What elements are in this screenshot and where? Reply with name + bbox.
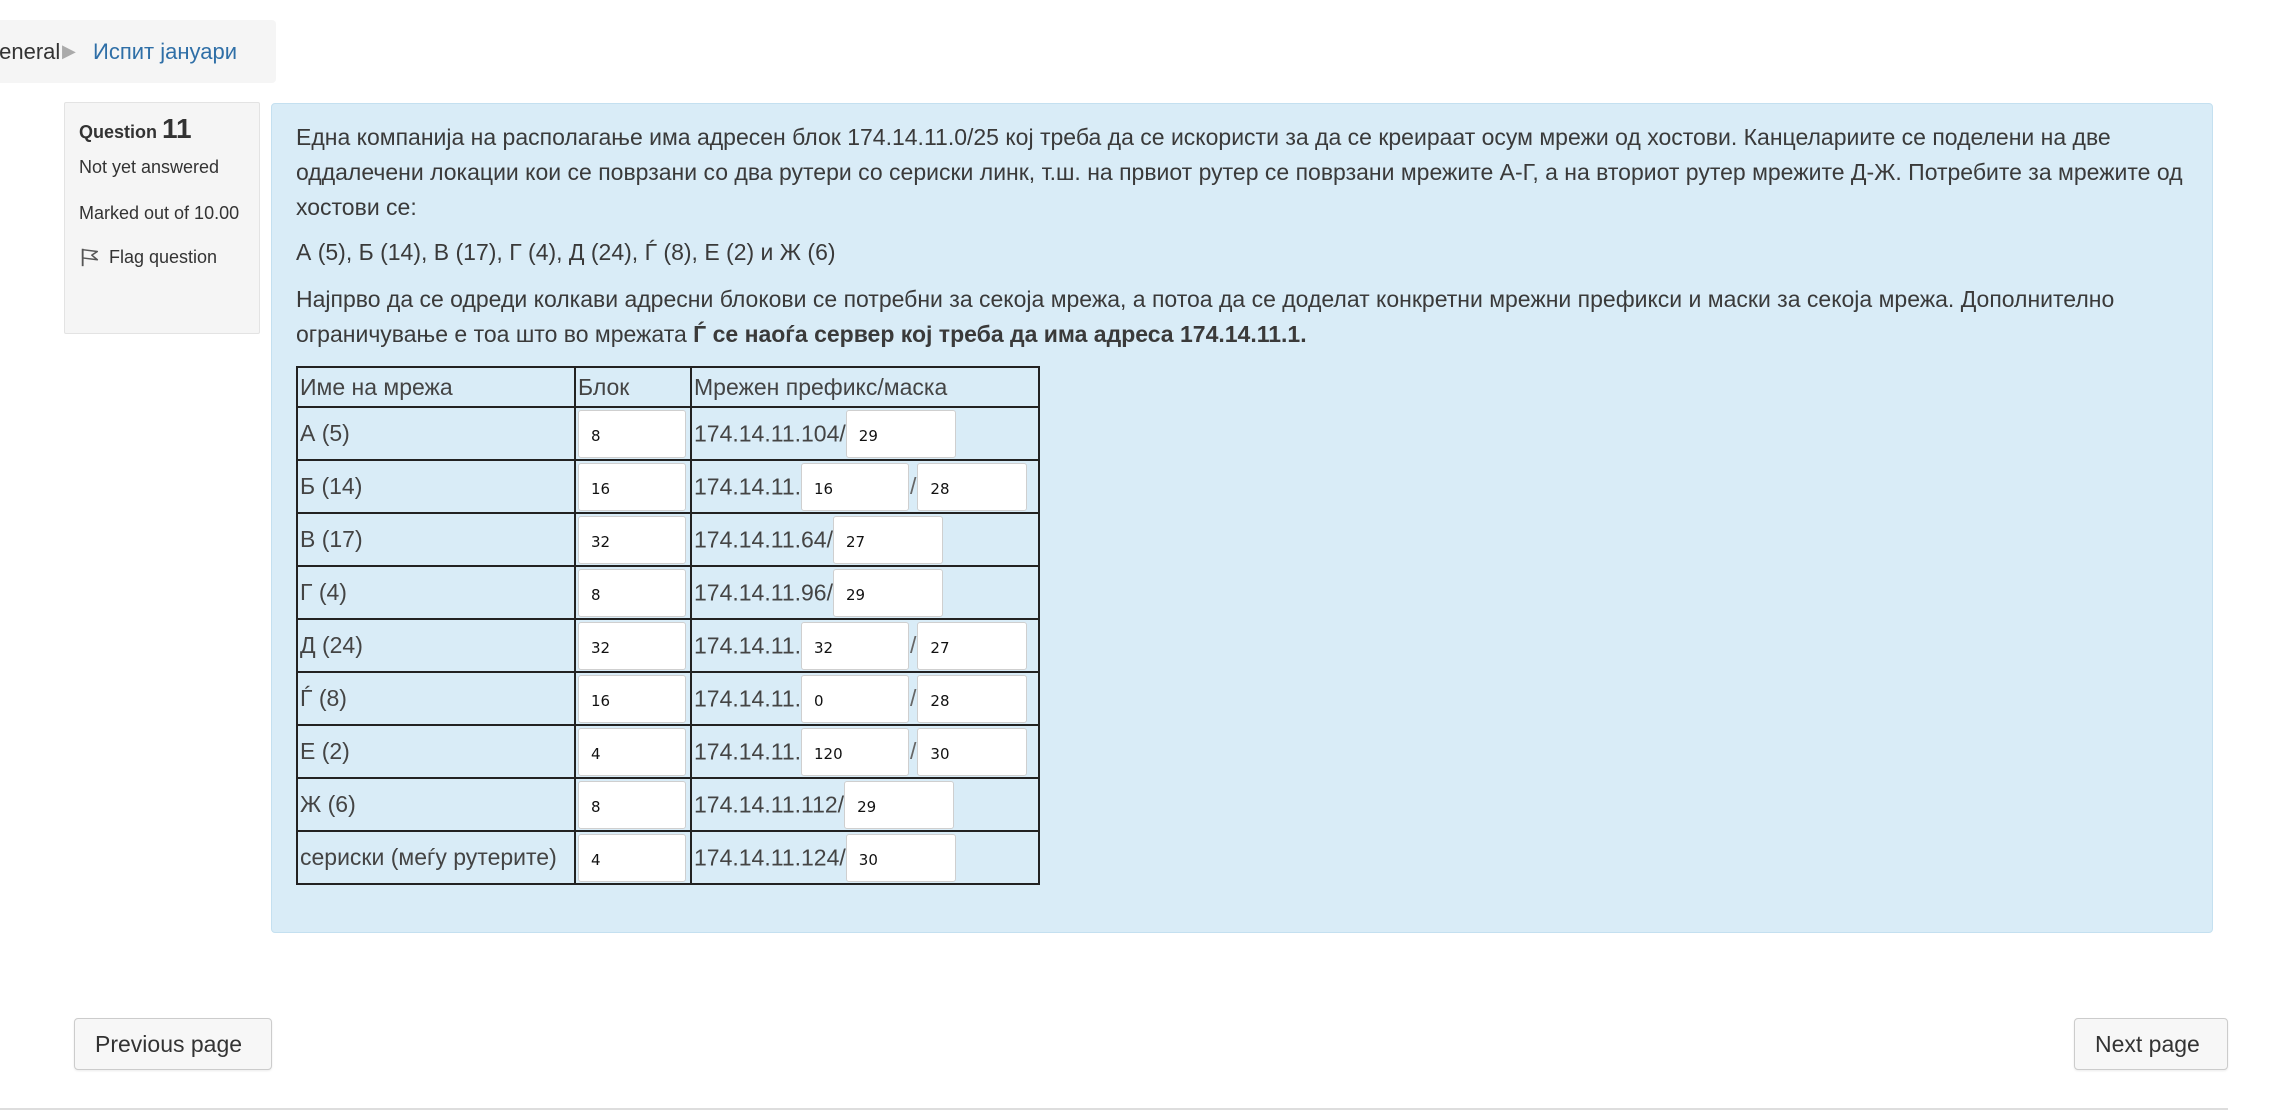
mask-input[interactable]: 29 bbox=[832, 568, 943, 617]
block-cell: 16 bbox=[574, 459, 692, 514]
block-input[interactable]: 16 bbox=[578, 674, 686, 723]
column-header-block: Блок bbox=[574, 366, 692, 408]
prefix-text: 174.14.11.96/ bbox=[694, 579, 833, 605]
prefix-text: 174.14.11.112/ bbox=[694, 791, 845, 817]
prefix-text: 174.14.11. bbox=[694, 632, 802, 658]
question-state: Not yet answered bbox=[79, 157, 220, 177]
table-header-row: Име на мрежа Блок Мрежен префикс/маска bbox=[296, 366, 1040, 408]
prefix-text: 174.14.11.124/ bbox=[694, 844, 846, 870]
block-cell: 4 bbox=[574, 724, 692, 779]
block-input[interactable]: 8 bbox=[578, 780, 686, 829]
network-name-cell: сериски (меѓу рутерите) bbox=[296, 830, 576, 885]
prefix-text: 174.14.11. bbox=[694, 738, 802, 764]
block-cell: 8 bbox=[574, 406, 692, 461]
column-header-prefix-mask: Мрежен префикс/маска bbox=[690, 366, 1040, 408]
network-name-cell: Ж (6) bbox=[296, 777, 576, 832]
prefix-mask-cell: 174.14.11.124/30 bbox=[690, 830, 1040, 885]
block-input[interactable]: 32 bbox=[578, 621, 686, 670]
question-number-value: 11 bbox=[162, 113, 192, 144]
network-name-cell: Е (2) bbox=[296, 724, 576, 779]
octet-input[interactable]: 32 bbox=[801, 621, 910, 670]
question-text-paragraph-2: А (5), Б (14), В (17), Г (4), Д (24), Ѓ … bbox=[296, 239, 836, 265]
prefix-mask-cell: 174.14.11.96/29 bbox=[690, 565, 1040, 620]
table-row: В (17) 32 174.14.11.64/27 bbox=[296, 512, 1040, 567]
table-row: Г (4) 8 174.14.11.96/29 bbox=[296, 565, 1040, 620]
prefix-mask-cell: 174.14.11.64/27 bbox=[690, 512, 1040, 567]
octet-input[interactable]: 120 bbox=[801, 727, 910, 776]
footer-divider bbox=[0, 1108, 2228, 1110]
block-cell: 32 bbox=[574, 512, 692, 567]
flag-question-button[interactable]: Flag question bbox=[79, 246, 259, 268]
next-page-button[interactable]: Next page bbox=[2074, 1018, 2228, 1070]
network-name-cell: В (17) bbox=[296, 512, 576, 567]
table-row: Е (2) 4 174.14.11. 120/30 bbox=[296, 724, 1040, 779]
slash-separator: / bbox=[910, 473, 917, 499]
question-text-paragraph-3: Најпрво да се одреди колкави адресни бло… bbox=[296, 282, 2188, 352]
slash-separator: / bbox=[910, 738, 917, 764]
mask-input[interactable]: 28 bbox=[917, 462, 1028, 511]
mask-input[interactable]: 28 bbox=[917, 674, 1028, 723]
prefix-text: 174.14.11. bbox=[694, 473, 802, 499]
block-input[interactable]: 8 bbox=[578, 568, 686, 617]
octet-input[interactable]: 16 bbox=[801, 462, 910, 511]
network-name-cell: Г (4) bbox=[296, 565, 576, 620]
prefix-text: 174.14.11.104/ bbox=[694, 420, 846, 446]
prefix-mask-cell: 174.14.11. 0/28 bbox=[690, 671, 1040, 726]
table-row: А (5) 8 174.14.11.104/29 bbox=[296, 406, 1040, 461]
mask-input[interactable]: 30 bbox=[845, 833, 956, 882]
network-name-cell: А (5) bbox=[296, 406, 576, 461]
mask-input[interactable]: 29 bbox=[844, 780, 955, 829]
flag-question-label: Flag question bbox=[109, 246, 218, 267]
slash-separator: / bbox=[910, 685, 917, 711]
question-text-paragraph-3-bold: Ѓ се наоѓа сервер кој треба да има адрес… bbox=[693, 321, 1307, 347]
question-number: Question 11 bbox=[79, 113, 259, 145]
question-text-paragraph-1: Една компанија на располагање има адресе… bbox=[296, 124, 2183, 220]
prefix-mask-cell: 174.14.11.112/29 bbox=[690, 777, 1040, 832]
network-name-cell: Ѓ (8) bbox=[296, 671, 576, 726]
network-name-cell: Д (24) bbox=[296, 618, 576, 673]
prefix-text: 174.14.11. bbox=[694, 685, 802, 711]
mask-input[interactable]: 30 bbox=[917, 727, 1028, 776]
slash-separator: / bbox=[910, 632, 917, 658]
breadcrumb-link-current[interactable]: Испит јануари bbox=[93, 20, 237, 83]
mask-input[interactable]: 27 bbox=[917, 621, 1028, 670]
block-input[interactable]: 16 bbox=[578, 462, 686, 511]
table-row: Б (14) 16 174.14.11. 16/28 bbox=[296, 459, 1040, 514]
octet-input[interactable]: 0 bbox=[801, 674, 910, 723]
breadcrumb: General ▶ Испит јануари bbox=[0, 20, 276, 83]
question-label: Question bbox=[79, 122, 158, 142]
previous-page-button[interactable]: Previous page bbox=[74, 1018, 272, 1070]
breadcrumb-separator-icon: ▶ bbox=[62, 41, 76, 61]
prefix-mask-cell: 174.14.11. 32/27 bbox=[690, 618, 1040, 673]
block-cell: 8 bbox=[574, 777, 692, 832]
block-cell: 16 bbox=[574, 671, 692, 726]
question-grade: Marked out of 10.00 bbox=[79, 203, 240, 223]
mask-input[interactable]: 29 bbox=[845, 409, 956, 458]
question-info-panel: Question 11 Not yet answered Marked out … bbox=[64, 102, 260, 334]
flag-icon bbox=[81, 248, 99, 267]
block-cell: 4 bbox=[574, 830, 692, 885]
breadcrumb-link-general[interactable]: General bbox=[0, 20, 60, 83]
table-row: Д (24) 32 174.14.11. 32/27 bbox=[296, 618, 1040, 673]
prefix-mask-cell: 174.14.11. 16/28 bbox=[690, 459, 1040, 514]
block-input[interactable]: 4 bbox=[578, 727, 686, 776]
column-header-network-name: Име на мрежа bbox=[296, 366, 576, 408]
block-input[interactable]: 8 bbox=[578, 409, 686, 458]
block-cell: 32 bbox=[574, 618, 692, 673]
block-cell: 8 bbox=[574, 565, 692, 620]
table-row: Ж (6) 8 174.14.11.112/29 bbox=[296, 777, 1040, 832]
prefix-mask-cell: 174.14.11. 120/30 bbox=[690, 724, 1040, 779]
block-input[interactable]: 32 bbox=[578, 515, 686, 564]
prefix-mask-cell: 174.14.11.104/29 bbox=[690, 406, 1040, 461]
prefix-text: 174.14.11.64/ bbox=[694, 526, 833, 552]
table-row: Ѓ (8) 16 174.14.11. 0/28 bbox=[296, 671, 1040, 726]
mask-input[interactable]: 27 bbox=[832, 515, 943, 564]
network-table: Име на мрежа Блок Мрежен префикс/маска А… bbox=[296, 366, 1040, 885]
question-content: Една компанија на располагање има адресе… bbox=[271, 103, 2213, 933]
table-row: сериски (меѓу рутерите) 4 174.14.11.124/… bbox=[296, 830, 1040, 885]
block-input[interactable]: 4 bbox=[578, 833, 686, 882]
network-name-cell: Б (14) bbox=[296, 459, 576, 514]
